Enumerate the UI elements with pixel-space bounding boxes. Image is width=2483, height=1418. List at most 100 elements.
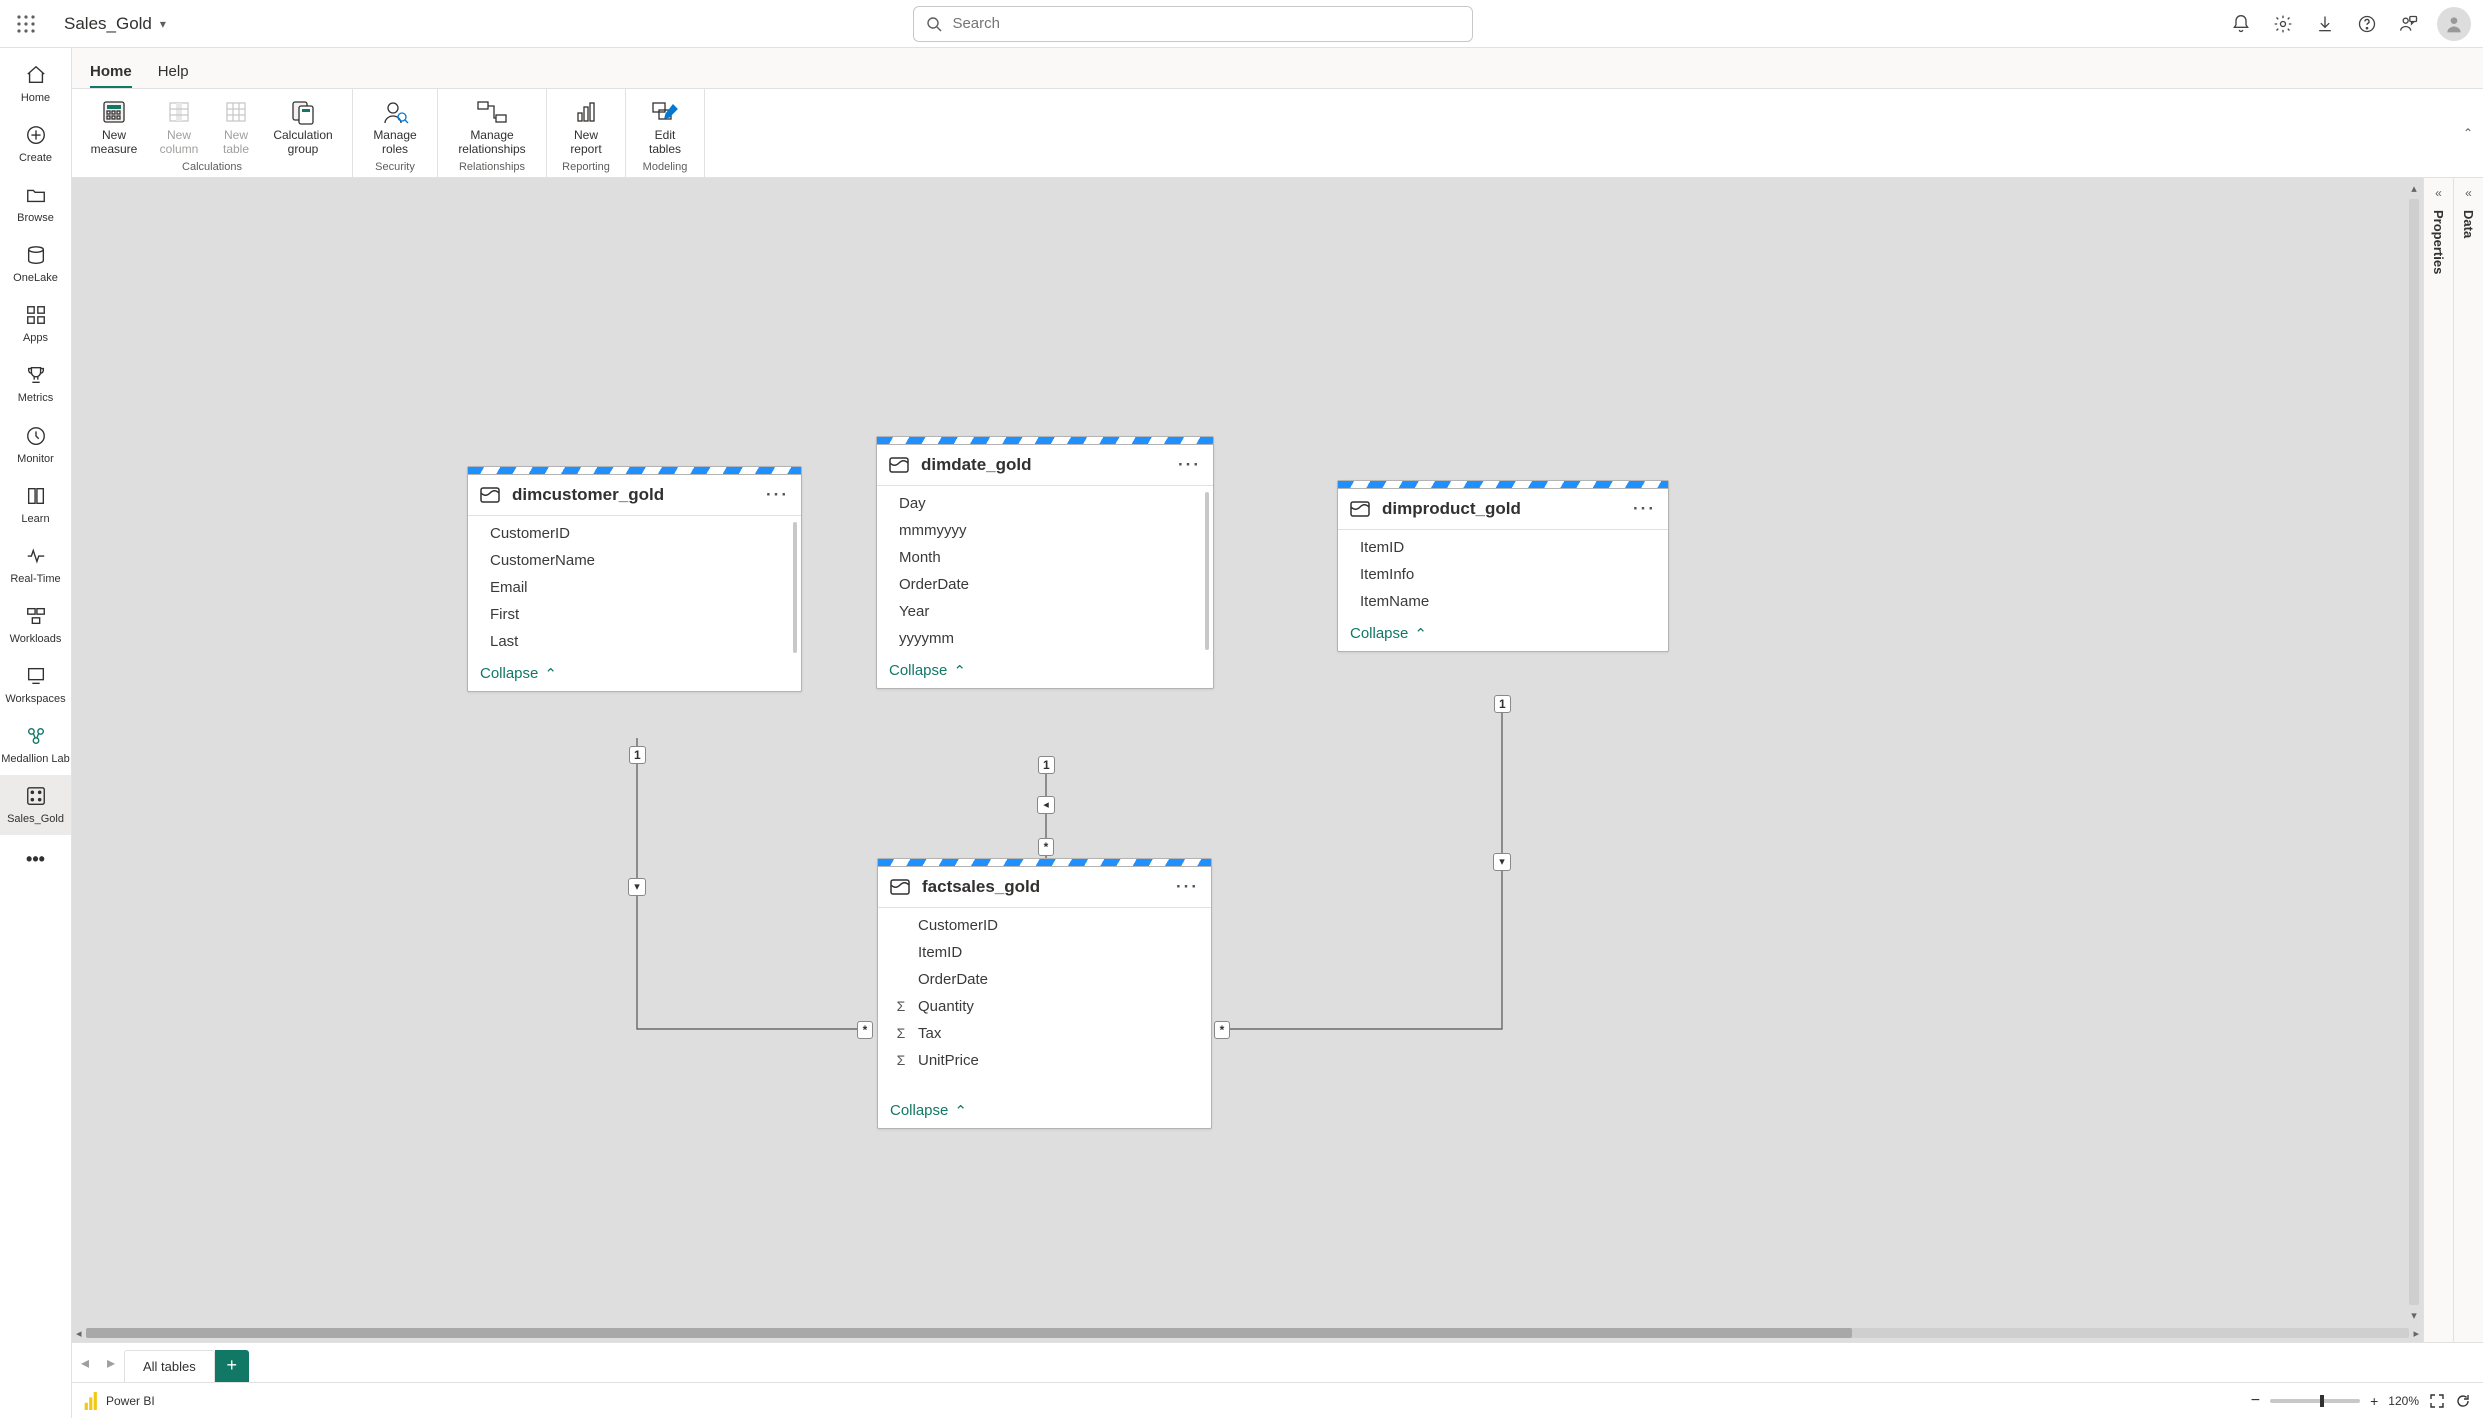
table-name: dimdate_gold xyxy=(921,455,1032,475)
canvas-horizontal-scrollbar[interactable]: ◂▸ xyxy=(76,1326,2419,1340)
column-row[interactable]: OrderDate xyxy=(877,571,1213,598)
brand-label: Power BI xyxy=(106,1394,155,1408)
filter-direction-icon: ▾ xyxy=(1493,853,1511,871)
column-row[interactable]: ItemID xyxy=(878,939,1211,966)
table-more-button[interactable]: ··· xyxy=(1633,499,1656,519)
tab-help[interactable]: Help xyxy=(158,55,189,88)
nav-more[interactable]: ••• xyxy=(0,839,71,883)
table-icon xyxy=(221,99,251,125)
manage-relationships-button[interactable]: Manage relationships xyxy=(446,93,538,159)
search-box[interactable] xyxy=(913,6,1473,42)
table-stripe xyxy=(878,859,1211,867)
column-row[interactable]: Last xyxy=(468,628,801,655)
nav-learn[interactable]: Learn xyxy=(0,475,71,535)
column-row[interactable]: Email xyxy=(468,574,801,601)
chevron-left-icon: « xyxy=(2435,186,2442,200)
nav-apps[interactable]: Apps xyxy=(0,294,71,354)
person-icon xyxy=(2444,14,2464,34)
tab-home[interactable]: Home xyxy=(90,55,132,88)
bell-icon xyxy=(2231,14,2251,34)
column-row[interactable]: CustomerID xyxy=(468,520,801,547)
scrollbar[interactable] xyxy=(793,522,797,653)
column-row[interactable]: Year xyxy=(877,598,1213,625)
table-card-dimcustomer[interactable]: dimcustomer_gold ··· CustomerID Customer… xyxy=(467,466,802,692)
chevron-up-icon: ⌃ xyxy=(953,662,966,680)
canvas-vertical-scrollbar[interactable]: ▴▾ xyxy=(2407,182,2421,1322)
refresh-icon xyxy=(2455,1393,2471,1409)
edit-tables-button[interactable]: Edit tables xyxy=(634,93,696,159)
model-canvas[interactable]: 1 ▾ * 1 ◂ * 1 ▾ * dimcustomer_gold ··· xyxy=(72,178,2423,1342)
nav-monitor[interactable]: Monitor xyxy=(0,415,71,475)
collapse-button[interactable]: Collapse⌃ xyxy=(877,656,1213,688)
layout-tab-all-tables[interactable]: All tables xyxy=(124,1350,215,1382)
nav-sales-gold[interactable]: Sales_Gold xyxy=(0,775,71,835)
tab-nav-next[interactable]: ▸ xyxy=(98,1343,124,1382)
feedback-button[interactable] xyxy=(2389,4,2429,44)
document-title-dropdown[interactable]: Sales_Gold ▾ xyxy=(64,14,166,34)
model-icon xyxy=(25,785,47,807)
new-report-button[interactable]: New report xyxy=(555,93,617,159)
relationships-icon xyxy=(475,99,509,125)
table-card-dimproduct[interactable]: dimproduct_gold ··· ItemID ItemInfo Item… xyxy=(1337,480,1669,652)
column-row[interactable]: OrderDate xyxy=(878,966,1211,993)
column-row[interactable]: ΣTax xyxy=(878,1020,1211,1047)
nav-workloads[interactable]: Workloads xyxy=(0,595,71,655)
column-row[interactable]: yyyymm xyxy=(877,625,1213,652)
chevron-left-icon: « xyxy=(2465,186,2472,200)
column-row[interactable]: Day xyxy=(877,490,1213,517)
nav-browse[interactable]: Browse xyxy=(0,174,71,234)
zoom-out-button[interactable]: − xyxy=(2251,1392,2260,1410)
table-more-button[interactable]: ··· xyxy=(766,485,789,505)
column-row[interactable]: ItemInfo xyxy=(1338,561,1668,588)
nav-realtime[interactable]: Real-Time xyxy=(0,535,71,595)
nav-metrics[interactable]: Metrics xyxy=(0,354,71,414)
fit-to-page-button[interactable] xyxy=(2429,1393,2445,1409)
manage-roles-button[interactable]: Manage roles xyxy=(361,93,429,159)
settings-button[interactable] xyxy=(2263,4,2303,44)
notifications-button[interactable] xyxy=(2221,4,2261,44)
collapse-button[interactable]: Collapse⌃ xyxy=(878,1096,1211,1128)
properties-pane-collapsed[interactable]: « Properties xyxy=(2423,178,2453,1342)
filter-direction-icon: ◂ xyxy=(1037,796,1055,814)
refresh-button[interactable] xyxy=(2455,1393,2471,1409)
table-card-factsales[interactable]: factsales_gold ··· CustomerIDItemIDOrder… xyxy=(877,858,1212,1129)
download-button[interactable] xyxy=(2305,4,2345,44)
column-row[interactable]: mmmyyyy xyxy=(877,517,1213,544)
column-row[interactable]: First xyxy=(468,601,801,628)
table-more-button[interactable]: ··· xyxy=(1178,455,1201,475)
table-icon xyxy=(887,453,911,477)
medallion-icon xyxy=(25,725,47,747)
ribbon-collapse-button[interactable]: ⌃ xyxy=(2463,126,2473,140)
column-row[interactable]: Month xyxy=(877,544,1213,571)
workloads-icon xyxy=(25,605,47,627)
nav-medallion-lab[interactable]: Medallion Lab xyxy=(0,715,71,775)
data-pane-collapsed[interactable]: « Data xyxy=(2453,178,2483,1342)
zoom-slider[interactable] xyxy=(2270,1399,2360,1403)
column-row[interactable]: CustomerID xyxy=(878,912,1211,939)
calculation-group-button[interactable]: Calculation group xyxy=(262,93,344,159)
column-row[interactable]: CustomerName xyxy=(468,547,801,574)
nav-home[interactable]: Home xyxy=(0,54,71,114)
collapse-button[interactable]: Collapse⌃ xyxy=(1338,619,1668,651)
add-layout-button[interactable]: + xyxy=(215,1350,249,1382)
column-row[interactable]: ItemID xyxy=(1338,534,1668,561)
new-column-button: New column xyxy=(148,93,210,159)
column-row[interactable]: ΣUnitPrice xyxy=(878,1047,1211,1074)
workspaces-icon xyxy=(25,665,47,687)
help-button[interactable] xyxy=(2347,4,2387,44)
column-row[interactable]: ItemName xyxy=(1338,588,1668,615)
nav-create[interactable]: Create xyxy=(0,114,71,174)
collapse-button[interactable]: Collapse⌃ xyxy=(468,659,801,691)
table-card-dimdate[interactable]: dimdate_gold ··· Day mmmyyyy Month Order… xyxy=(876,436,1214,689)
nav-workspaces[interactable]: Workspaces xyxy=(0,655,71,715)
search-input[interactable] xyxy=(952,15,1460,32)
app-launcher-button[interactable] xyxy=(6,4,46,44)
tab-nav-prev[interactable]: ◂ xyxy=(72,1343,98,1382)
scrollbar[interactable] xyxy=(1205,492,1209,650)
new-measure-button[interactable]: New measure xyxy=(80,93,148,159)
nav-onelake[interactable]: OneLake xyxy=(0,234,71,294)
account-avatar[interactable] xyxy=(2437,7,2471,41)
table-more-button[interactable]: ··· xyxy=(1176,877,1199,897)
column-row[interactable]: ΣQuantity xyxy=(878,993,1211,1020)
zoom-in-button[interactable]: + xyxy=(2370,1393,2378,1409)
